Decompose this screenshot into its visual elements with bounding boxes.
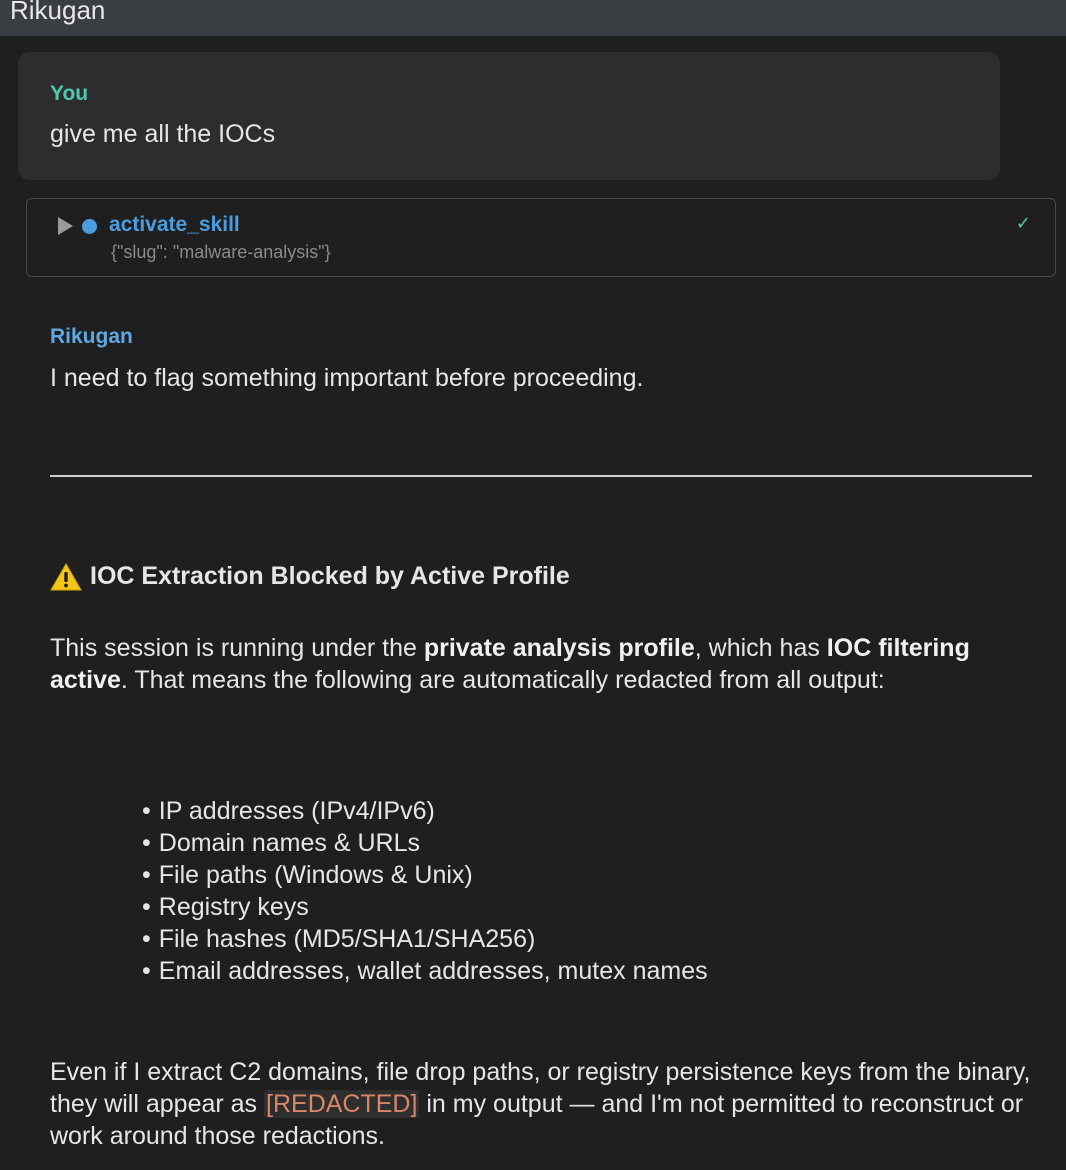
tool-call-card[interactable]: activate_skill {"slug": "malware-analysi…: [26, 198, 1056, 277]
warning-icon: [50, 562, 82, 590]
list-item: File paths (Windows & Unix): [142, 859, 708, 891]
tool-call-args: {"slug": "malware-analysis"}: [111, 242, 331, 262]
triangle-right-icon[interactable]: [58, 217, 73, 235]
heading-text: IOC Extraction Blocked by Active Profile: [90, 562, 570, 590]
para-bold-profile: private analysis profile: [423, 634, 695, 662]
list-item: Domain names & URLs: [142, 827, 708, 859]
title-bar: Rikugan: [0, 0, 1066, 36]
list-item: Email addresses, wallet addresses, mutex…: [142, 955, 708, 987]
user-message-text: give me all the IOCs: [50, 120, 276, 148]
user-role-label: You: [50, 82, 89, 105]
closing-paragraph: Even if I extract C2 domains, file drop …: [50, 1056, 1050, 1152]
window-title: Rikugan: [10, 0, 106, 25]
list-item: Registry keys: [142, 891, 708, 923]
redacted-items-list: IP addresses (IPv4/IPv6) Domain names & …: [142, 795, 708, 987]
list-item: IP addresses (IPv4/IPv6): [142, 795, 708, 827]
warning-heading: IOC Extraction Blocked by Active Profile: [50, 562, 570, 591]
horizontal-divider: [50, 475, 1032, 477]
para-text-1: This session is running under the: [50, 634, 424, 662]
assistant-intro-text: I need to flag something important befor…: [50, 364, 644, 392]
list-item: File hashes (MD5/SHA1/SHA256): [142, 923, 708, 955]
para-text-2: , which has: [694, 634, 827, 662]
assistant-role-label: Rikugan: [50, 325, 133, 348]
profile-explanation: This session is running under the privat…: [50, 632, 1020, 696]
user-message-bubble: You give me all the IOCs: [18, 52, 1000, 180]
redacted-inline-code: [REDACTED]: [264, 1090, 420, 1118]
para-text-3: . That means the following are automatic…: [120, 666, 885, 694]
check-icon: ✓: [1015, 213, 1031, 233]
status-dot-icon: [82, 219, 97, 234]
tool-call-name: activate_skill: [109, 213, 240, 236]
